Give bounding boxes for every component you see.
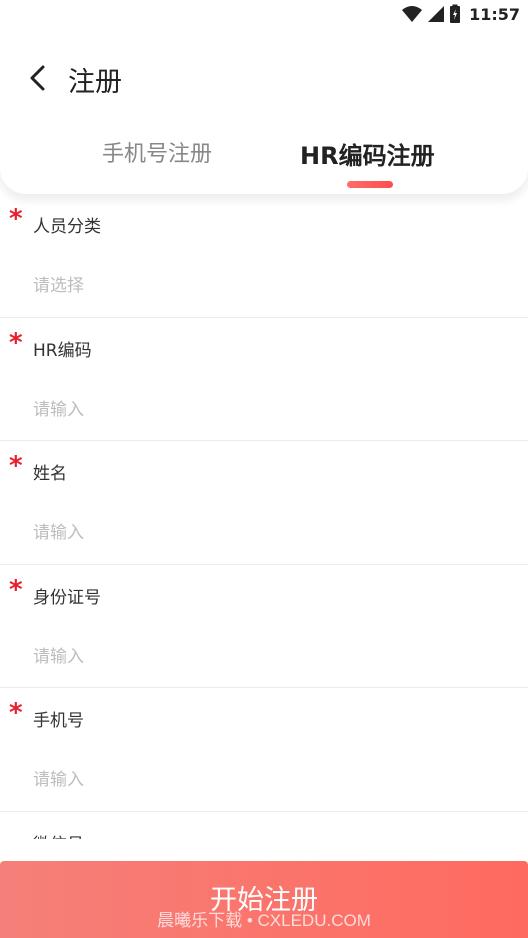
- header: 注册: [0, 48, 528, 108]
- battery-icon: [450, 4, 461, 23]
- required-mark: *: [9, 574, 23, 605]
- field-label: 身份证号: [33, 587, 101, 608]
- tab-hr-register[interactable]: HR编码注册: [300, 136, 435, 171]
- form-field-id-number: * 身份证号: [0, 565, 528, 688]
- status-time: 11:57: [469, 4, 520, 24]
- required-mark: *: [9, 698, 23, 728]
- status-icons: 11:57: [401, 4, 520, 24]
- required-mark: *: [9, 204, 23, 234]
- field-label: 姓名: [33, 464, 67, 484]
- field-label: 微信号: [33, 830, 84, 840]
- back-button[interactable]: [22, 62, 54, 94]
- form-field-hr-code: * HR编码: [0, 318, 528, 441]
- active-tab-indicator: [347, 181, 393, 188]
- form-field-wechat: 微信号: [0, 812, 528, 840]
- signal-icon: [428, 6, 445, 22]
- page-title: 注册: [68, 67, 122, 98]
- form-field-name: * 姓名: [0, 441, 528, 565]
- required-mark: *: [9, 451, 23, 481]
- required-mark: *: [9, 327, 23, 358]
- status-bar: 11:57: [0, 0, 528, 28]
- watermark: 晨曦乐下载 • CXLEDU.COM: [157, 911, 371, 930]
- phone-input[interactable]: [33, 770, 493, 790]
- name-input[interactable]: [33, 523, 493, 543]
- id-number-input[interactable]: [33, 646, 493, 667]
- tab-bar: 手机号注册 HR编码注册: [0, 108, 528, 194]
- wifi-icon: [402, 6, 423, 22]
- form-field-phone: * 手机号: [0, 688, 528, 812]
- form-field-category[interactable]: * 人员分类: [0, 194, 528, 318]
- chevron-left-icon: [30, 65, 45, 91]
- tab-phone-register[interactable]: 手机号注册: [102, 136, 212, 168]
- field-label: 手机号: [33, 711, 84, 731]
- field-label: HR编码: [33, 340, 92, 361]
- category-select[interactable]: [33, 276, 493, 296]
- field-label: 人员分类: [33, 217, 101, 237]
- register-form: * 人员分类 * HR编码 * 姓名 * 身份证号 * 手机号 微信号: [0, 194, 528, 839]
- hr-code-input[interactable]: [33, 399, 493, 420]
